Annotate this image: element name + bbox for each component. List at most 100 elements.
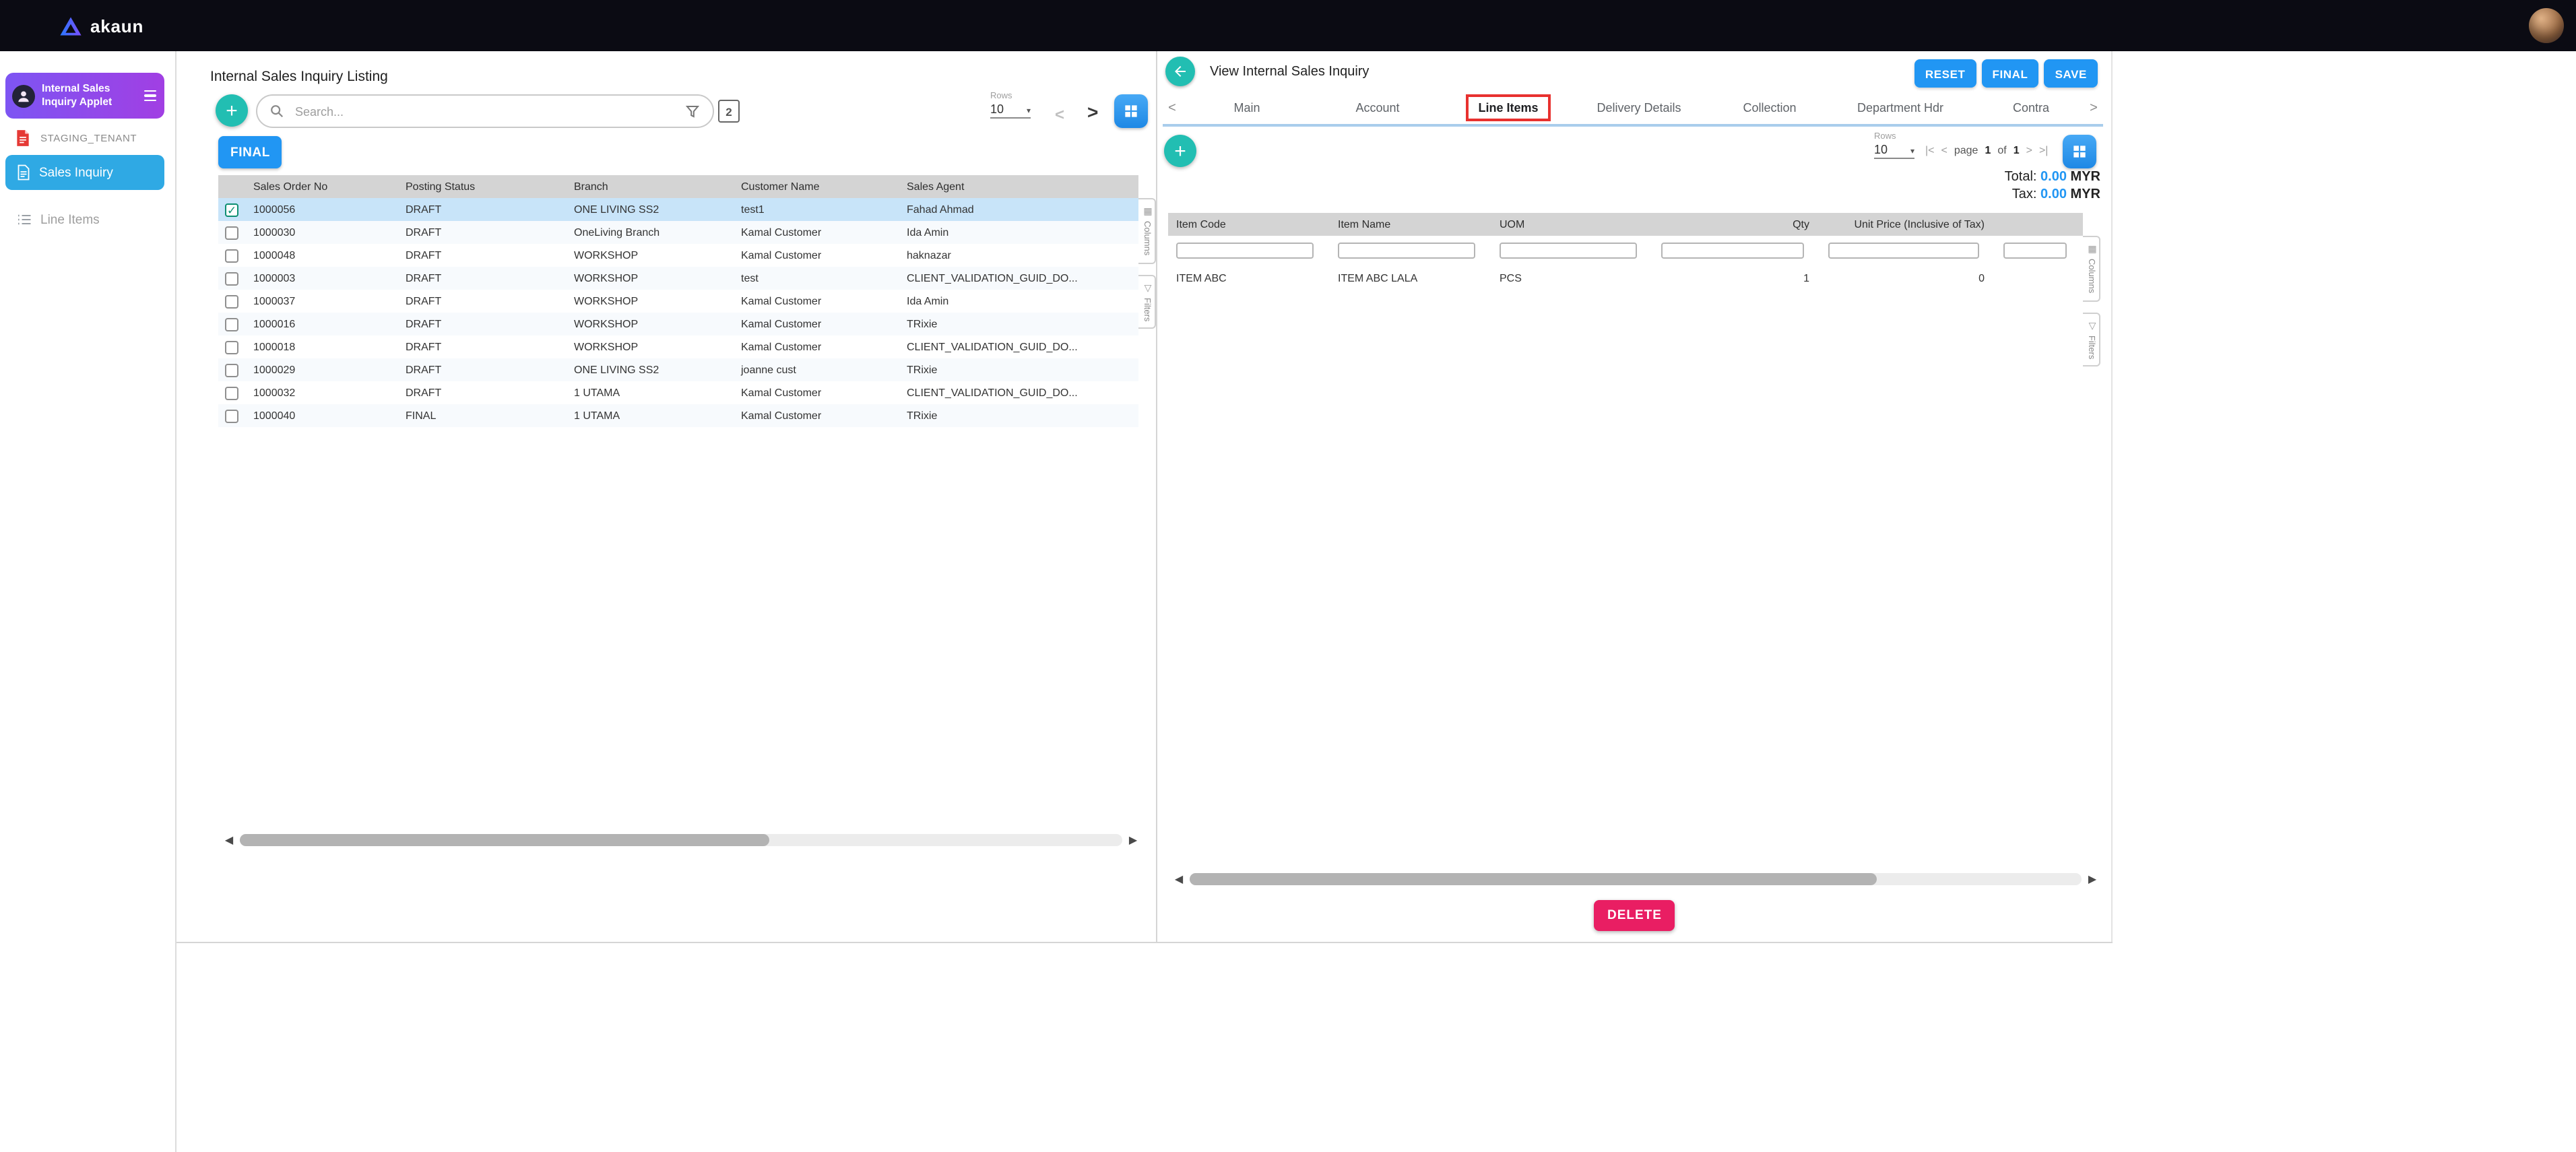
- column-filter-input[interactable]: [2003, 243, 2067, 259]
- tab-scroll-left-icon[interactable]: <: [1163, 100, 1182, 115]
- rows-per-page-select[interactable]: Rows 10▾: [990, 92, 1031, 119]
- sidebar: Internal SalesInquiry Applet STAGING_TEN…: [0, 51, 176, 1152]
- grid-view-button[interactable]: [2063, 135, 2096, 168]
- scrollbar-thumb[interactable]: [1190, 872, 1876, 885]
- table-row[interactable]: 1000016DRAFTWORKSHOPKamal CustomerTRixie: [218, 313, 1138, 335]
- scroll-right-icon[interactable]: ▶: [1125, 833, 1141, 845]
- tab-line-items[interactable]: Line Items: [1443, 94, 1574, 121]
- tab-collection[interactable]: Collection: [1704, 101, 1835, 115]
- row-checkbox[interactable]: [225, 249, 238, 262]
- tab-main[interactable]: Main: [1182, 101, 1312, 115]
- scroll-left-icon[interactable]: ◀: [221, 833, 237, 845]
- tab-department-hdr[interactable]: Department Hdr: [1835, 101, 1966, 115]
- last-page-icon[interactable]: >|: [2039, 144, 2049, 156]
- avatar[interactable]: [2529, 8, 2564, 43]
- brand-logo[interactable]: akaun: [59, 15, 143, 36]
- column-filter-input[interactable]: [1176, 243, 1314, 259]
- table-row[interactable]: 1000030DRAFTOneLiving BranchKamal Custom…: [218, 221, 1138, 244]
- table-row[interactable]: 1000029DRAFTONE LIVING SS2joanne custTRi…: [218, 358, 1138, 381]
- columns-rail-tab[interactable]: ▦ Columns: [2083, 236, 2100, 301]
- add-button[interactable]: +: [216, 94, 248, 127]
- sidebar-item-line-items[interactable]: Line Items: [5, 202, 164, 237]
- filters-rail-tab[interactable]: ▽ Filters: [1138, 274, 1156, 329]
- pagination: |< < page 1 of 1 > >|: [1925, 144, 2048, 156]
- row-checkbox[interactable]: [225, 226, 238, 239]
- next-page-icon[interactable]: >: [2026, 144, 2032, 156]
- row-checkbox[interactable]: [225, 294, 238, 308]
- table-row[interactable]: 1000040FINAL1 UTAMAKamal CustomerTRixie: [218, 404, 1138, 427]
- filters-rail-tab[interactable]: ▽ Filters: [2083, 312, 2100, 366]
- search-input[interactable]: [292, 103, 676, 119]
- row-checkbox[interactable]: [225, 386, 238, 399]
- column-header[interactable]: Branch: [566, 181, 733, 193]
- table-cell: Kamal Customer: [733, 387, 899, 399]
- filter-icon[interactable]: [684, 103, 701, 119]
- first-page-icon[interactable]: |<: [1925, 144, 1935, 156]
- tenant-row[interactable]: STAGING_TENANT: [15, 129, 137, 147]
- next-page-icon[interactable]: >: [1087, 101, 1098, 123]
- scrollbar-thumb[interactable]: [240, 833, 769, 845]
- tab-delivery-details[interactable]: Delivery Details: [1574, 101, 1704, 115]
- scroll-left-icon[interactable]: ◀: [1171, 872, 1187, 885]
- applet-card[interactable]: Internal SalesInquiry Applet: [5, 73, 164, 119]
- row-checkbox[interactable]: [225, 271, 238, 285]
- table-row[interactable]: ITEM ABCITEM ABC LALAPCS10: [1168, 265, 2083, 290]
- column-header[interactable]: Sales Agent: [899, 181, 1138, 193]
- prev-page-icon[interactable]: <: [1941, 144, 1947, 156]
- column-filter-input[interactable]: [1828, 243, 1979, 259]
- column-filter-input[interactable]: [1500, 243, 1637, 259]
- back-button[interactable]: [1165, 57, 1195, 86]
- tab-contra[interactable]: Contra: [1966, 101, 2084, 115]
- table-row[interactable]: 1000037DRAFTWORKSHOPKamal CustomerIda Am…: [218, 290, 1138, 313]
- scroll-right-icon[interactable]: ▶: [2084, 872, 2100, 885]
- applet-title: Internal SalesInquiry Applet: [42, 83, 137, 109]
- grid-view-button[interactable]: [1114, 94, 1148, 128]
- horizontal-scrollbar[interactable]: ◀ ▶: [1171, 869, 2100, 888]
- table-row[interactable]: 1000003DRAFTWORKSHOPtestCLIENT_VALIDATIO…: [218, 267, 1138, 290]
- scrollbar-track[interactable]: [240, 833, 1122, 845]
- table-row[interactable]: 1000032DRAFT1 UTAMAKamal CustomerCLIENT_…: [218, 381, 1138, 404]
- search-bar[interactable]: [256, 94, 714, 128]
- sidebar-item-sales-inquiry[interactable]: Sales Inquiry: [5, 155, 164, 190]
- column-header[interactable]: Unit Price (Inclusive of Tax): [1820, 218, 1995, 230]
- prev-page-icon[interactable]: <: [1055, 105, 1064, 124]
- column-filter-input[interactable]: [1661, 243, 1804, 259]
- table-cell: Kamal Customer: [733, 341, 899, 353]
- column-header[interactable]: Qty: [1653, 218, 1820, 230]
- column-header[interactable]: UOM: [1491, 218, 1653, 230]
- sales-table-header: Sales Order NoPosting StatusBranchCustom…: [218, 175, 1138, 198]
- column-header[interactable]: Customer Name: [733, 181, 899, 193]
- save-button[interactable]: SAVE: [2044, 59, 2098, 88]
- row-checkbox[interactable]: [225, 317, 238, 331]
- columns-rail-tab[interactable]: ▦ Columns: [1138, 198, 1156, 263]
- table-row[interactable]: ✓1000056DRAFTONE LIVING SS2test1Fahad Ah…: [218, 198, 1138, 221]
- final-filter-button[interactable]: FINAL: [218, 136, 282, 168]
- column-header[interactable]: Item Code: [1168, 218, 1330, 230]
- column-header[interactable]: Item Name: [1330, 218, 1491, 230]
- final-button[interactable]: FINAL: [1982, 59, 2039, 88]
- scrollbar-track[interactable]: [1190, 872, 2082, 885]
- horizontal-scrollbar[interactable]: ◀ ▶: [221, 830, 1141, 849]
- column-filter-input[interactable]: [1338, 243, 1475, 259]
- row-checkbox[interactable]: [225, 340, 238, 354]
- tab-scroll-right-icon[interactable]: >: [2084, 100, 2103, 115]
- filter-cell: [1330, 243, 1491, 259]
- tab-account[interactable]: Account: [1312, 101, 1443, 115]
- table-row[interactable]: 1000018DRAFTWORKSHOPKamal CustomerCLIENT…: [218, 335, 1138, 358]
- column-header[interactable]: Sales Order No: [245, 181, 397, 193]
- rows-per-page-select[interactable]: Rows 10▾: [1874, 132, 1914, 159]
- of-label: of: [1997, 144, 2006, 156]
- menu-toggle-icon[interactable]: [144, 90, 156, 102]
- reset-button[interactable]: RESET: [1914, 59, 1976, 88]
- add-line-item-button[interactable]: +: [1164, 135, 1196, 167]
- panel-layout-icon[interactable]: 2: [718, 100, 740, 123]
- list-icon: [16, 212, 32, 228]
- row-checkbox[interactable]: [225, 409, 238, 422]
- column-header[interactable]: Posting Status: [397, 181, 566, 193]
- table-row[interactable]: 1000048DRAFTWORKSHOPKamal Customerhaknaz…: [218, 244, 1138, 267]
- filter-cell: [1820, 243, 1995, 259]
- row-checkbox[interactable]: [225, 363, 238, 377]
- tab-label: Department Hdr: [1857, 101, 1943, 115]
- row-checkbox[interactable]: ✓: [225, 203, 238, 216]
- delete-button[interactable]: DELETE: [1594, 900, 1675, 931]
